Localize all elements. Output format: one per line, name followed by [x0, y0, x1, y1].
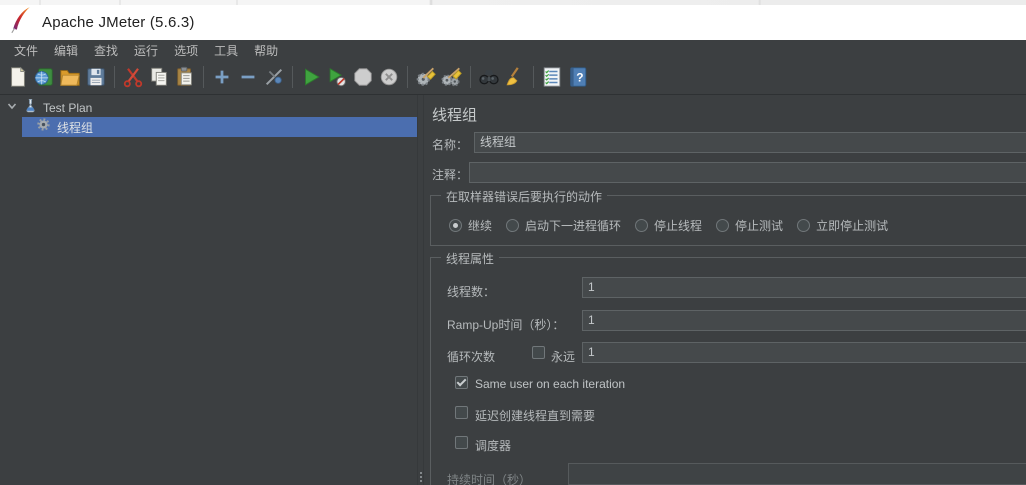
toolbar-separator	[292, 66, 293, 88]
comment-input[interactable]	[469, 162, 1026, 183]
add-icon[interactable]	[209, 64, 235, 90]
jmeter-feather-logo-icon	[10, 6, 32, 39]
radio-option-start-next-loop[interactable]: 启动下一进程循环	[506, 217, 621, 234]
title-bar: Apache JMeter (5.6.3)	[0, 5, 1026, 40]
main-area: Test Plan 线程组 线程组 名称： 线程组 注释： 在取样器错误后要执行…	[0, 95, 1026, 485]
group-legend: 线程属性	[441, 250, 500, 267]
split-pane-divider[interactable]	[417, 95, 424, 485]
svg-text:?: ?	[576, 71, 583, 85]
menu-help[interactable]: 帮助	[246, 42, 286, 59]
remove-icon[interactable]	[235, 64, 261, 90]
paste-icon[interactable]	[172, 64, 198, 90]
radio-button[interactable]	[716, 219, 730, 232]
page-title: 线程组	[432, 107, 478, 124]
forever-checkbox[interactable]	[532, 346, 545, 359]
radio-label: 启动下一进程循环	[525, 219, 622, 233]
threads-count-label: 线程数：	[447, 285, 496, 299]
save-icon[interactable]	[83, 64, 109, 90]
name-label: 名称：	[432, 138, 469, 152]
toolbar-separator	[470, 66, 471, 88]
chevron-down-icon[interactable]	[6, 99, 18, 117]
clear-icon[interactable]	[413, 64, 439, 90]
test-plan-flask-icon	[23, 98, 38, 118]
name-input[interactable]: 线程组	[474, 132, 1026, 153]
thread-properties-group: 线程属性 线程数： 1 Ramp-Up时间（秒）： 1 循环次数 永远 1 Sa…	[430, 250, 1026, 485]
menu-tools[interactable]: 工具	[206, 42, 246, 59]
window-title: Apache JMeter (5.6.3)	[42, 14, 195, 31]
search-icon[interactable]	[476, 64, 502, 90]
group-legend: 在取样器错误后要执行的动作	[441, 188, 608, 205]
stop-icon[interactable]	[350, 64, 376, 90]
toolbar: ?	[0, 60, 1026, 95]
radio-button[interactable]	[506, 219, 520, 232]
menu-bar: 文件 编辑 查找 运行 选项 工具 帮助	[0, 40, 1026, 60]
radio-button[interactable]	[635, 219, 649, 232]
radio-label: 继续	[468, 219, 493, 233]
tree-node-test-plan[interactable]: Test Plan	[0, 98, 417, 117]
tree-node-thread-group-selected[interactable]: 线程组	[22, 117, 417, 137]
same-user-label: Same user on each iteration	[475, 377, 626, 391]
scheduler-checkbox[interactable]	[455, 436, 468, 449]
forever-label: 永远	[551, 350, 576, 364]
radio-button[interactable]	[797, 219, 811, 232]
toolbar-separator	[114, 66, 115, 88]
search-reset-icon[interactable]	[502, 64, 528, 90]
radio-label: 停止线程	[654, 219, 703, 233]
help-icon[interactable]: ?	[565, 64, 591, 90]
radio-option-stop-thread[interactable]: 停止线程	[635, 217, 702, 234]
radio-button[interactable]	[449, 219, 462, 232]
new-file-icon[interactable]	[5, 64, 31, 90]
rampup-input[interactable]: 1	[582, 310, 1026, 331]
toolbar-separator	[533, 66, 534, 88]
copy-icon[interactable]	[146, 64, 172, 90]
comment-label: 注释：	[432, 168, 469, 182]
thread-group-config-panel: 线程组 名称： 线程组 注释： 在取样器错误后要执行的动作 继续 启动下一进程循…	[424, 95, 1026, 485]
loop-count-input[interactable]: 1	[582, 342, 1026, 363]
menu-search[interactable]: 查找	[86, 42, 126, 59]
delay-thread-creation-checkbox[interactable]	[455, 406, 468, 419]
delay-thread-creation-label: 延迟创建线程直到需要	[475, 409, 596, 423]
radio-label: 立即停止测试	[816, 219, 889, 233]
toolbar-separator	[407, 66, 408, 88]
radio-option-stop-test-now[interactable]: 立即停止测试	[797, 217, 888, 234]
shutdown-icon[interactable]	[376, 64, 402, 90]
threads-count-input[interactable]: 1	[582, 277, 1026, 298]
tree-node-label[interactable]: 线程组	[57, 119, 93, 136]
menu-edit[interactable]: 编辑	[46, 42, 86, 59]
divider-grip-dots	[419, 472, 422, 482]
menu-file[interactable]: 文件	[6, 42, 46, 59]
same-user-checkbox[interactable]	[455, 376, 468, 389]
radio-label: 停止测试	[735, 219, 784, 233]
clear-all-icon[interactable]	[439, 64, 465, 90]
rampup-label: Ramp-Up时间（秒）：	[447, 318, 565, 332]
duration-input[interactable]	[568, 463, 1026, 485]
start-no-timers-icon[interactable]	[324, 64, 350, 90]
tree-node-label[interactable]: Test Plan	[43, 101, 92, 115]
sampler-error-action-group: 在取样器错误后要执行的动作 继续 启动下一进程循环 停止线程 停止测试 立即停止…	[430, 188, 1026, 246]
gear-icon	[36, 117, 51, 137]
menu-options[interactable]: 选项	[166, 42, 206, 59]
loop-count-label: 循环次数	[447, 350, 496, 364]
cut-icon[interactable]	[120, 64, 146, 90]
toggle-icon[interactable]	[261, 64, 287, 90]
open-folder-icon[interactable]	[57, 64, 83, 90]
radio-option-continue[interactable]: 继续	[449, 217, 492, 234]
scheduler-label: 调度器	[475, 439, 512, 453]
templates-icon[interactable]	[31, 64, 57, 90]
start-icon[interactable]	[298, 64, 324, 90]
menu-run[interactable]: 运行	[126, 42, 166, 59]
jmeter-window: Apache JMeter (5.6.3) 文件 编辑 查找 运行 选项 工具 …	[0, 0, 1026, 485]
duration-label: 持续时间（秒）	[447, 473, 532, 485]
error-action-radio-row: 继续 启动下一进程循环 停止线程 停止测试 立即停止测试	[449, 217, 888, 234]
radio-option-stop-test[interactable]: 停止测试	[716, 217, 783, 234]
toolbar-separator	[203, 66, 204, 88]
test-plan-tree: Test Plan 线程组	[0, 95, 417, 485]
function-helper-icon[interactable]	[539, 64, 565, 90]
